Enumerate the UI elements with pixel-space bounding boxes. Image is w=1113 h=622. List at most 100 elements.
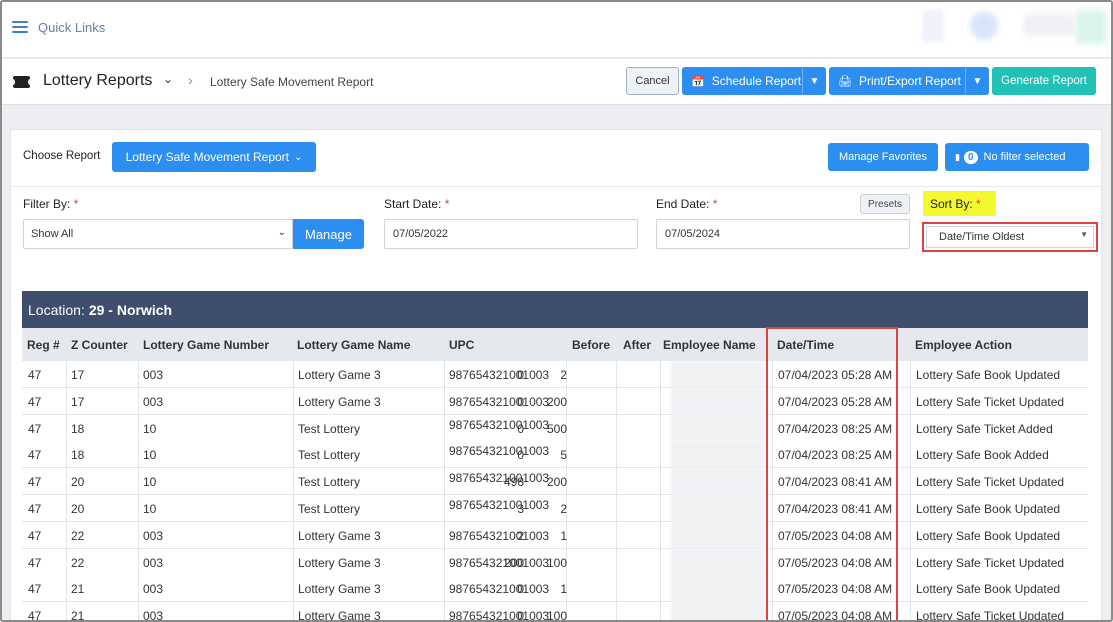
chevron-down-icon[interactable]: ▼: [965, 67, 989, 95]
table-row[interactable]: 47 17 003 Lottery Game 3 987654321001003 0 200…: [22, 387, 1088, 415]
column-divider: [66, 387, 67, 415]
column-divider: [660, 361, 661, 388]
table-row[interactable]: 47 18 10 Test Lottery 987654321001003 0 500 07/…: [22, 414, 1088, 442]
cell-name: Test Lottery: [298, 475, 361, 490]
column-header[interactable]: Employee Action: [915, 338, 1012, 352]
column-header[interactable]: Lottery Game Name: [297, 338, 410, 352]
cell-before: 498: [503, 475, 524, 490]
end-date-input[interactable]: 07/05/2024: [656, 219, 910, 249]
cell-action: Lottery Safe Book Updated: [916, 502, 1061, 516]
sort-by-select[interactable]: Date/Time Oldest ▼: [926, 226, 1094, 248]
filter-icon: ▮: [955, 151, 960, 162]
quick-links-label[interactable]: Quick Links: [38, 20, 105, 35]
cell-z: 17: [71, 368, 85, 382]
column-divider: [910, 414, 911, 442]
column-header[interactable]: Reg #: [27, 338, 60, 352]
column-divider: [660, 495, 661, 522]
blurred-employee-name: [671, 548, 765, 576]
column-divider: [444, 602, 445, 620]
cell-before: 3: [517, 502, 524, 516]
cancel-button[interactable]: Cancel: [626, 67, 679, 95]
cell-name: Test Lottery: [298, 502, 361, 516]
table-row[interactable]: 47 20 10 Test Lottery 987654321001003 498 200 0…: [22, 468, 1088, 496]
chevron-down-icon[interactable]: ▼: [802, 67, 826, 95]
column-divider: [66, 575, 67, 603]
filter-by-select[interactable]: Show All ⌄: [23, 219, 293, 249]
blurred-employee-name: [671, 414, 765, 442]
menu-icon[interactable]: [12, 21, 28, 35]
column-divider: [660, 468, 661, 496]
blurred-user-name: [1024, 14, 1074, 36]
presets-button[interactable]: Presets: [860, 194, 910, 214]
column-divider: [138, 495, 139, 522]
table-row[interactable]: 47 22 003 Lottery Game 3 987654321001003 200 1…: [22, 548, 1088, 576]
print-export-button[interactable]: 🖨 Print/Export Report ▼: [829, 67, 989, 95]
column-divider: [293, 548, 294, 576]
table-row[interactable]: 47 18 10 Test Lottery 987654321001003 0 5 07/04…: [22, 441, 1088, 469]
column-divider: [616, 441, 617, 469]
cell-action: Lottery Safe Book Added: [916, 448, 1049, 463]
generate-report-button[interactable]: Generate Report: [992, 67, 1096, 95]
column-divider: [66, 468, 67, 496]
column-header[interactable]: Z Counter: [71, 338, 128, 352]
column-divider: [616, 602, 617, 620]
column-divider: [444, 441, 445, 469]
cell-before: 0: [517, 582, 524, 597]
column-divider: [616, 361, 617, 388]
table-row[interactable]: 47 20 10 Test Lottery 987654321001003 3 2 07/04…: [22, 495, 1088, 522]
avatar[interactable]: [970, 12, 998, 40]
column-header[interactable]: After: [623, 338, 651, 352]
cell-z: 17: [71, 394, 85, 409]
chevron-down-icon[interactable]: ⌄: [163, 72, 173, 86]
table-row[interactable]: 47 21 003 Lottery Game 3 987654321001003 0 100…: [22, 602, 1088, 622]
cell-z: 22: [71, 555, 85, 570]
cell-num: 10: [143, 502, 157, 516]
column-divider: [293, 361, 294, 388]
column-divider: [138, 548, 139, 576]
start-date-input[interactable]: 07/05/2022: [384, 219, 638, 249]
schedule-report-button[interactable]: 📅 Schedule Report ▼: [682, 67, 826, 95]
page-title[interactable]: Lottery Reports: [43, 72, 152, 90]
column-divider: [660, 602, 661, 620]
column-header[interactable]: Before: [572, 338, 610, 352]
cell-after: 100: [546, 609, 567, 622]
column-divider: [138, 414, 139, 442]
column-divider: [660, 387, 661, 415]
column-header[interactable]: Employee Name: [663, 338, 756, 352]
table-row[interactable]: 47 17 003 Lottery Game 3 987654321001003 0 2 07…: [22, 361, 1088, 388]
location-prefix: Location:: [28, 301, 85, 318]
table-header: Reg # Z Counter Lottery Game Number Lott…: [22, 328, 1088, 361]
cell-reg: 47: [28, 394, 42, 409]
cell-before: 0: [517, 448, 524, 463]
cell-num: 003: [143, 582, 164, 597]
cell-before: 200: [503, 555, 524, 570]
column-divider: [66, 495, 67, 522]
cell-z: 20: [71, 502, 85, 516]
cell-reg: 47: [28, 528, 42, 543]
column-divider: [616, 495, 617, 522]
cell-after: 1: [560, 582, 567, 597]
column-divider: [138, 361, 139, 388]
cell-action: Lottery Safe Ticket Updated: [916, 475, 1065, 490]
cell-reg: 47: [28, 609, 42, 622]
table-row[interactable]: 47 22 003 Lottery Game 3 987654321001003 2 1 07…: [22, 521, 1088, 549]
column-header[interactable]: Lottery Game Number: [143, 338, 269, 352]
table-row[interactable]: 47 21 003 Lottery Game 3 987654321001003 0 1 07…: [22, 575, 1088, 603]
filter-by-value: Show All: [31, 228, 74, 240]
column-divider: [66, 441, 67, 469]
filter-status-button[interactable]: ▮ 0 No filter selected: [945, 143, 1089, 171]
manage-favorites-button[interactable]: Manage Favorites: [828, 143, 938, 171]
report-select[interactable]: Lottery Safe Movement Report ⌄: [112, 142, 316, 172]
column-divider: [660, 521, 661, 549]
cell-reg: 47: [28, 421, 42, 436]
report-select-value: Lottery Safe Movement Report: [125, 150, 290, 164]
column-divider: [616, 521, 617, 549]
cell-reg: 47: [28, 502, 42, 516]
column-divider: [444, 495, 445, 522]
column-divider: [444, 361, 445, 388]
column-header[interactable]: UPC: [449, 338, 474, 352]
cell-num: 10: [143, 448, 157, 463]
chevron-down-icon: ⌄: [277, 227, 286, 238]
cell-num: 003: [143, 368, 164, 382]
manage-button[interactable]: Manage: [293, 219, 364, 249]
